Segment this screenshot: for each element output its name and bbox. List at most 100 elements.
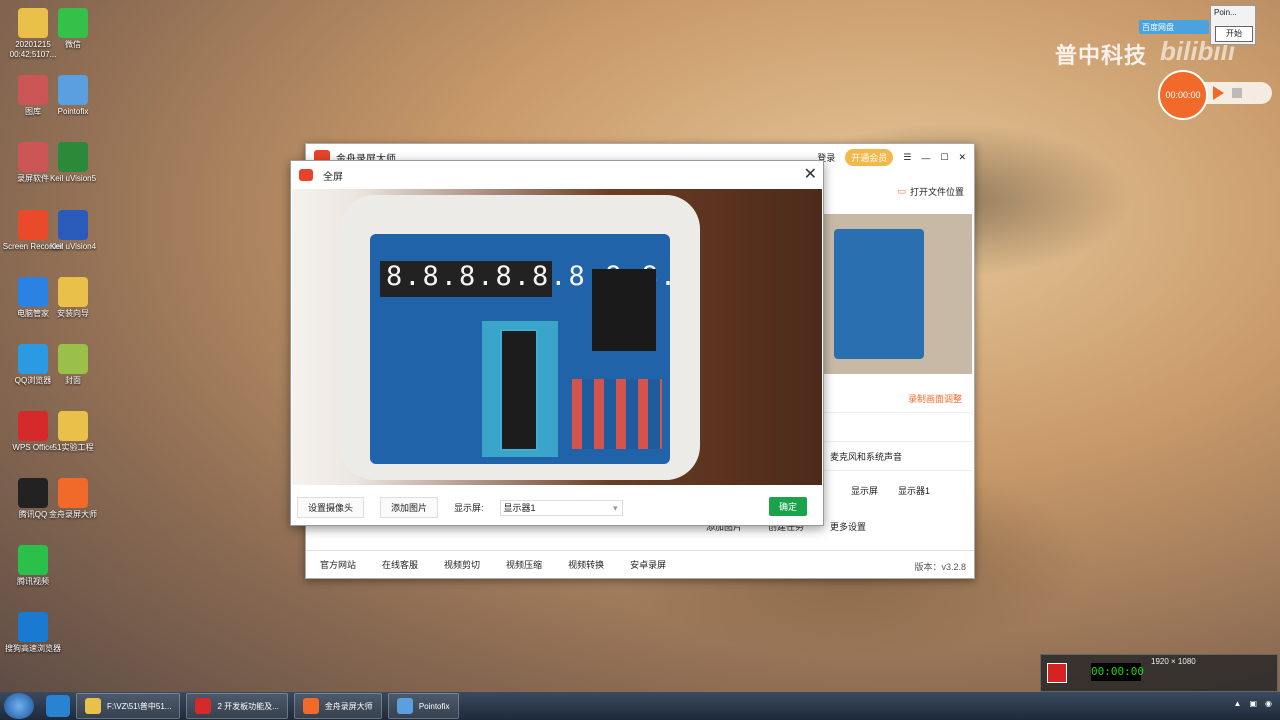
- desktop-shortcut-label: 搜狗高速浏览器: [5, 644, 61, 653]
- desktop-shortcut[interactable]: 搜狗高速浏览器: [2, 612, 64, 654]
- brand-watermark: 普中科技: [1055, 43, 1148, 68]
- key-matrix: [572, 379, 662, 449]
- footer-support[interactable]: 在线客服: [382, 558, 418, 571]
- vip-button[interactable]: 开通会员: [845, 149, 894, 166]
- task-list: F:\VZ\51\普中51... 2 开发板功能及... 金舟录屏大师 Pointof…: [70, 693, 459, 719]
- folder-icon: ▭: [897, 185, 906, 196]
- keil4-icon: [58, 210, 88, 240]
- camera-preview: 8.8.8.8.8.8.8.8.: [292, 189, 822, 485]
- app-footer: 官方网站 在线客服 视频剪切 视频压缩 视频转换 安卓录屏 版本：v3.2.8: [306, 550, 974, 578]
- doc-icon: [58, 277, 88, 307]
- close-icon[interactable]: ✕: [804, 164, 817, 184]
- taskbar-item[interactable]: Pointofix: [387, 693, 459, 719]
- set-camera-button[interactable]: 设置摄像头: [297, 497, 365, 518]
- close-icon[interactable]: ✕: [958, 152, 966, 163]
- taskbar-item[interactable]: F:\VZ\51\普中51...: [76, 693, 181, 719]
- lcd-area: [592, 269, 656, 351]
- record-button[interactable]: [1047, 663, 1067, 683]
- desktop-shortcut-label: Keil uVision4: [49, 242, 97, 251]
- display-label: 显示屏: [851, 486, 879, 496]
- add-image-button[interactable]: 添加图片: [380, 497, 439, 518]
- adjust-link[interactable]: 录制画面调整: [824, 384, 972, 413]
- footer-convert[interactable]: 视频转换: [568, 558, 604, 571]
- audio-select[interactable]: 麦克风和系统声音: [824, 442, 972, 471]
- video-icon: [18, 545, 48, 575]
- recorder-icon: [58, 478, 88, 508]
- desktop-shortcut-label: Keil uVision5: [49, 174, 97, 183]
- taskbar-app-icon: [396, 698, 413, 714]
- pointofix-title: Poin...: [1214, 8, 1237, 17]
- open-folder-button[interactable]: ▭ 打开文件位置: [824, 181, 972, 201]
- pointofix-icon: [58, 75, 88, 105]
- start-button[interactable]: 开始: [1215, 26, 1253, 42]
- more-settings-button[interactable]: 更多设置: [830, 520, 866, 533]
- version-label: 版本：v3.2.8: [914, 562, 966, 572]
- start-button[interactable]: [4, 693, 34, 719]
- desktop-shortcut-label: 安装向导: [57, 309, 89, 318]
- maximize-icon[interactable]: ☐: [940, 152, 948, 163]
- record-timer-circle[interactable]: 00:00:00: [1158, 70, 1208, 120]
- dialog-logo-icon: [299, 169, 313, 181]
- taskbar-item-label: Pointofix: [418, 701, 450, 711]
- mcu-chip: [500, 329, 538, 451]
- taskbar-item-label: 2 开发板功能及...: [217, 701, 279, 711]
- desktop-shortcut-label: Pointofix: [57, 107, 89, 116]
- taskbar-item[interactable]: 2 开发板功能及...: [186, 693, 288, 719]
- cloud-button[interactable]: 百度网盘: [1139, 20, 1209, 34]
- display-select[interactable]: 显示器1: [499, 499, 623, 516]
- display-select[interactable]: 显示器1: [898, 484, 930, 497]
- sogou-icon[interactable]: [46, 695, 70, 717]
- keil5-icon: [58, 142, 88, 172]
- desktop-shortcut[interactable]: Keil uVision5: [42, 142, 104, 184]
- desktop-shortcut-label: 金舟录屏大师: [49, 510, 97, 519]
- open-folder-label: 打开文件位置: [909, 186, 964, 197]
- ok-button[interactable]: 确定: [769, 497, 808, 516]
- empty-select[interactable]: [824, 413, 972, 442]
- display-label: 显示屏:: [454, 503, 484, 513]
- minimize-icon[interactable]: —: [921, 153, 930, 163]
- volume-icon[interactable]: ◉: [1265, 699, 1272, 708]
- folder-icon: [58, 411, 88, 441]
- desktop-shortcut[interactable]: 封面: [42, 344, 104, 386]
- recorder-control: 00:00:00 1920 × 1080: [1040, 654, 1278, 692]
- desktop-shortcut[interactable]: 安装向导: [42, 277, 104, 319]
- tray-arrow-icon[interactable]: ▲: [1234, 699, 1242, 708]
- dialog-title: 全屏: [323, 171, 343, 183]
- stop-icon[interactable]: [1232, 88, 1242, 98]
- taskbar-item[interactable]: 金舟录屏大师: [293, 693, 382, 719]
- image-icon: [58, 344, 88, 374]
- footer-compress[interactable]: 视频压缩: [506, 558, 542, 571]
- desktop-shortcut[interactable]: 金舟录屏大师: [42, 478, 104, 520]
- taskbar-app-icon: [195, 698, 212, 714]
- desktop-shortcut[interactable]: 微信: [42, 8, 104, 50]
- recorder-timer: 00:00:00: [1091, 663, 1144, 681]
- preview-board: [834, 229, 924, 359]
- network-icon[interactable]: ▣: [1249, 699, 1257, 708]
- taskbar-item-label: F:\VZ\51\普中51...: [107, 701, 172, 711]
- desktop-shortcut-label: 51实验工程: [52, 443, 94, 452]
- taskbar-item-label: 金舟录屏大师: [324, 701, 373, 711]
- menu-icon[interactable]: ☰: [903, 152, 911, 163]
- taskbar: F:\VZ\51\普中51... 2 开发板功能及... 金舟录屏大师 Pointof…: [0, 692, 1280, 720]
- preview-thumbnail: [824, 214, 972, 374]
- taskbar-app-icon: [85, 698, 101, 714]
- desktop-shortcut[interactable]: 腾讯视频: [2, 545, 64, 587]
- desktop-shortcut[interactable]: Pointofix: [42, 75, 104, 117]
- play-icon[interactable]: [1213, 86, 1224, 100]
- resolution-label: 1920 × 1080: [1151, 657, 1196, 666]
- desktop-shortcut-label: 封面: [65, 376, 81, 385]
- wechat-icon: [58, 8, 88, 38]
- footer-android[interactable]: 安卓录屏: [630, 558, 666, 571]
- fullscreen-dialog: 全屏 ✕ 8.8.8.8.8.8.8.8. 设置摄像头 添加图片 显示屏: 显示…: [290, 160, 824, 526]
- taskbar-app-icon: [302, 698, 319, 714]
- system-tray: ▲ ▣ ◉: [1234, 699, 1272, 708]
- desktop-shortcut[interactable]: Keil uVision4: [42, 210, 104, 252]
- desktop-shortcut[interactable]: 51实验工程: [42, 411, 104, 453]
- desktop-shortcut-label: 微信: [65, 40, 81, 49]
- footer-cut[interactable]: 视频剪切: [444, 558, 480, 571]
- segment-display: 8.8.8.8.8.8.8.8.: [380, 261, 676, 297]
- dialog-titlebar: 全屏 ✕: [291, 161, 823, 189]
- footer-website[interactable]: 官方网站: [320, 558, 356, 571]
- desktop-shortcut-label: 腾讯视频: [17, 577, 49, 586]
- browser-icon: [18, 612, 48, 642]
